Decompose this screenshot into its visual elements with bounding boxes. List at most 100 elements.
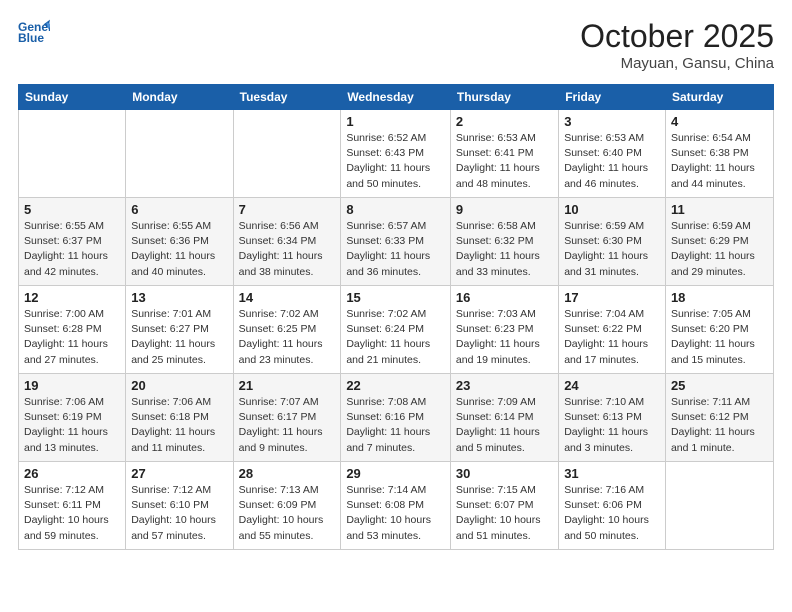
day-info: Sunrise: 7:11 AMSunset: 6:12 PMDaylight:… [671, 395, 768, 456]
day-number: 29 [346, 466, 445, 481]
day-number: 18 [671, 290, 768, 305]
day-info: Sunrise: 7:02 AMSunset: 6:24 PMDaylight:… [346, 307, 445, 368]
calendar-cell-w0-d1 [126, 110, 233, 198]
day-info: Sunrise: 6:52 AMSunset: 6:43 PMDaylight:… [346, 131, 445, 192]
week-row-4: 26Sunrise: 7:12 AMSunset: 6:11 PMDayligh… [19, 462, 774, 550]
day-number: 3 [564, 114, 660, 129]
day-info: Sunrise: 6:54 AMSunset: 6:38 PMDaylight:… [671, 131, 768, 192]
calendar-cell-w3-d1: 20 Sunrise: 7:06 AMSunset: 6:18 PMDayligh… [126, 374, 233, 462]
svg-text:Blue: Blue [18, 31, 44, 45]
day-info: Sunrise: 7:08 AMSunset: 6:16 PMDaylight:… [346, 395, 445, 456]
week-row-2: 12 Sunrise: 7:00 AMSunset: 6:28 PMDayligh… [19, 286, 774, 374]
weekday-header-row: Sunday Monday Tuesday Wednesday Thursday… [19, 85, 774, 110]
calendar-cell-w4-d3: 29 Sunrise: 7:14 AMSunset: 6:08 PMDayligh… [341, 462, 451, 550]
header-monday: Monday [126, 85, 233, 110]
day-number: 15 [346, 290, 445, 305]
day-info: Sunrise: 7:03 AMSunset: 6:23 PMDaylight:… [456, 307, 553, 368]
day-number: 19 [24, 378, 120, 393]
calendar-cell-w0-d2 [233, 110, 341, 198]
calendar-cell-w4-d0: 26Sunrise: 7:12 AMSunset: 6:11 PMDayligh… [19, 462, 126, 550]
calendar-cell-w1-d4: 9Sunrise: 6:58 AMSunset: 6:32 PMDaylight… [450, 198, 558, 286]
calendar-cell-w1-d3: 8 Sunrise: 6:57 AMSunset: 6:33 PMDaylight… [341, 198, 451, 286]
day-number: 14 [239, 290, 336, 305]
day-info: Sunrise: 7:07 AMSunset: 6:17 PMDaylight:… [239, 395, 336, 456]
calendar-cell-w1-d5: 10Sunrise: 6:59 AMSunset: 6:30 PMDayligh… [559, 198, 666, 286]
header-saturday: Saturday [665, 85, 773, 110]
day-number: 12 [24, 290, 120, 305]
calendar-cell-w2-d4: 16 Sunrise: 7:03 AMSunset: 6:23 PMDayligh… [450, 286, 558, 374]
calendar-cell-w0-d6: 4 Sunrise: 6:54 AMSunset: 6:38 PMDaylight… [665, 110, 773, 198]
calendar-cell-w2-d0: 12 Sunrise: 7:00 AMSunset: 6:28 PMDayligh… [19, 286, 126, 374]
day-number: 1 [346, 114, 445, 129]
calendar-cell-w3-d6: 25Sunrise: 7:11 AMSunset: 6:12 PMDayligh… [665, 374, 773, 462]
calendar-cell-w1-d1: 6Sunrise: 6:55 AMSunset: 6:36 PMDaylight… [126, 198, 233, 286]
day-info: Sunrise: 7:02 AMSunset: 6:25 PMDaylight:… [239, 307, 336, 368]
day-number: 24 [564, 378, 660, 393]
day-number: 21 [239, 378, 336, 393]
day-info: Sunrise: 6:55 AMSunset: 6:36 PMDaylight:… [131, 219, 227, 280]
calendar-cell-w3-d5: 24 Sunrise: 7:10 AMSunset: 6:13 PMDayligh… [559, 374, 666, 462]
day-number: 26 [24, 466, 120, 481]
day-info: Sunrise: 6:55 AMSunset: 6:37 PMDaylight:… [24, 219, 120, 280]
day-info: Sunrise: 6:53 AMSunset: 6:41 PMDaylight:… [456, 131, 553, 192]
logo: General Blue [18, 18, 54, 46]
day-number: 4 [671, 114, 768, 129]
day-number: 23 [456, 378, 553, 393]
day-number: 2 [456, 114, 553, 129]
day-info: Sunrise: 6:57 AMSunset: 6:33 PMDaylight:… [346, 219, 445, 280]
page: General Blue October 2025 Mayuan, Gansu,… [0, 0, 792, 612]
day-number: 7 [239, 202, 336, 217]
day-info: Sunrise: 6:58 AMSunset: 6:32 PMDaylight:… [456, 219, 553, 280]
calendar-cell-w3-d3: 22 Sunrise: 7:08 AMSunset: 6:16 PMDayligh… [341, 374, 451, 462]
day-info: Sunrise: 6:59 AMSunset: 6:29 PMDaylight:… [671, 219, 768, 280]
header-tuesday: Tuesday [233, 85, 341, 110]
day-number: 30 [456, 466, 553, 481]
calendar-cell-w2-d5: 17 Sunrise: 7:04 AMSunset: 6:22 PMDayligh… [559, 286, 666, 374]
header-friday: Friday [559, 85, 666, 110]
calendar-cell-w3-d4: 23Sunrise: 7:09 AMSunset: 6:14 PMDayligh… [450, 374, 558, 462]
week-row-1: 5 Sunrise: 6:55 AMSunset: 6:37 PMDaylight… [19, 198, 774, 286]
week-row-0: 1 Sunrise: 6:52 AMSunset: 6:43 PMDaylight… [19, 110, 774, 198]
day-info: Sunrise: 7:01 AMSunset: 6:27 PMDaylight:… [131, 307, 227, 368]
week-row-3: 19 Sunrise: 7:06 AMSunset: 6:19 PMDayligh… [19, 374, 774, 462]
day-number: 13 [131, 290, 227, 305]
day-number: 22 [346, 378, 445, 393]
day-number: 16 [456, 290, 553, 305]
calendar-cell-w2-d2: 14 Sunrise: 7:02 AMSunset: 6:25 PMDayligh… [233, 286, 341, 374]
calendar-cell-w3-d2: 21 Sunrise: 7:07 AMSunset: 6:17 PMDayligh… [233, 374, 341, 462]
day-info: Sunrise: 6:56 AMSunset: 6:34 PMDaylight:… [239, 219, 336, 280]
day-number: 31 [564, 466, 660, 481]
calendar-cell-w4-d6 [665, 462, 773, 550]
day-info: Sunrise: 6:53 AMSunset: 6:40 PMDaylight:… [564, 131, 660, 192]
day-info: Sunrise: 7:14 AMSunset: 6:08 PMDaylight:… [346, 483, 445, 544]
calendar-cell-w0-d4: 2 Sunrise: 6:53 AMSunset: 6:41 PMDaylight… [450, 110, 558, 198]
day-info: Sunrise: 7:04 AMSunset: 6:22 PMDaylight:… [564, 307, 660, 368]
calendar-cell-w3-d0: 19 Sunrise: 7:06 AMSunset: 6:19 PMDayligh… [19, 374, 126, 462]
header-sunday: Sunday [19, 85, 126, 110]
calendar-cell-w0-d3: 1 Sunrise: 6:52 AMSunset: 6:43 PMDaylight… [341, 110, 451, 198]
calendar-cell-w4-d4: 30 Sunrise: 7:15 AMSunset: 6:07 PMDayligh… [450, 462, 558, 550]
logo-icon: General Blue [18, 18, 50, 46]
day-info: Sunrise: 7:00 AMSunset: 6:28 PMDaylight:… [24, 307, 120, 368]
day-info: Sunrise: 7:12 AMSunset: 6:10 PMDaylight:… [131, 483, 227, 544]
day-info: Sunrise: 7:16 AMSunset: 6:06 PMDaylight:… [564, 483, 660, 544]
day-number: 10 [564, 202, 660, 217]
header-wednesday: Wednesday [341, 85, 451, 110]
day-info: Sunrise: 7:06 AMSunset: 6:18 PMDaylight:… [131, 395, 227, 456]
day-number: 27 [131, 466, 227, 481]
day-number: 17 [564, 290, 660, 305]
day-info: Sunrise: 7:15 AMSunset: 6:07 PMDaylight:… [456, 483, 553, 544]
day-number: 11 [671, 202, 768, 217]
location: Mayuan, Gansu, China [580, 55, 774, 72]
calendar-cell-w2-d6: 18Sunrise: 7:05 AMSunset: 6:20 PMDayligh… [665, 286, 773, 374]
header: General Blue October 2025 Mayuan, Gansu,… [18, 18, 774, 72]
title-block: October 2025 Mayuan, Gansu, China [580, 18, 774, 72]
day-number: 8 [346, 202, 445, 217]
day-number: 5 [24, 202, 120, 217]
day-number: 28 [239, 466, 336, 481]
day-info: Sunrise: 7:10 AMSunset: 6:13 PMDaylight:… [564, 395, 660, 456]
calendar: Sunday Monday Tuesday Wednesday Thursday… [18, 84, 774, 550]
calendar-cell-w2-d1: 13 Sunrise: 7:01 AMSunset: 6:27 PMDayligh… [126, 286, 233, 374]
day-info: Sunrise: 7:06 AMSunset: 6:19 PMDaylight:… [24, 395, 120, 456]
day-number: 20 [131, 378, 227, 393]
